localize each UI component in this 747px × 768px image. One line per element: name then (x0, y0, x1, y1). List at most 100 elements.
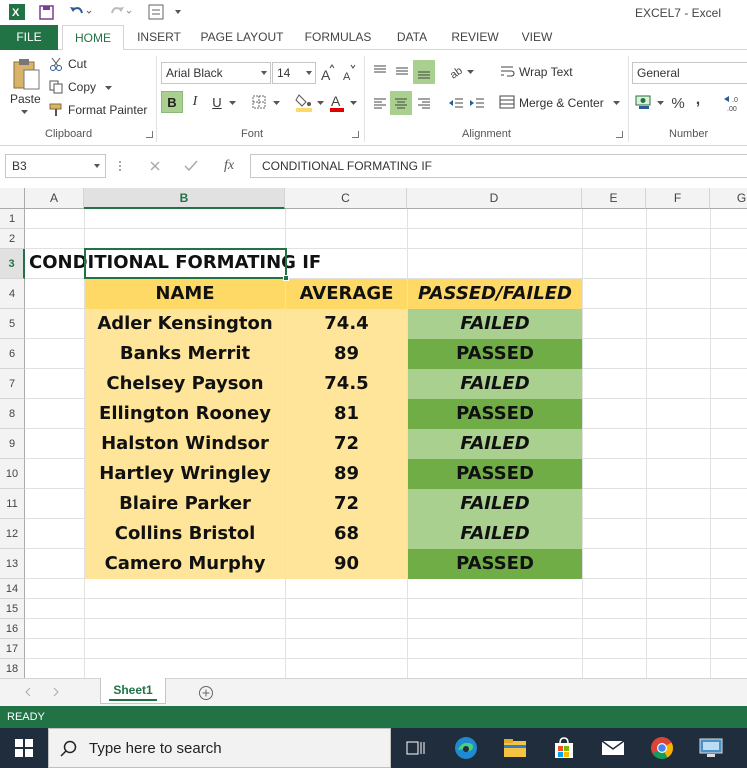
copy-button[interactable]: Copy (68, 80, 96, 94)
cell-result-passed[interactable]: PASSED (408, 459, 582, 489)
row-header-12[interactable]: 12 (0, 519, 25, 549)
row-header-1[interactable]: 1 (0, 209, 25, 229)
clipboard-launcher-icon[interactable] (146, 131, 153, 138)
align-center-icon[interactable] (390, 91, 412, 115)
copy-icon[interactable] (48, 79, 64, 95)
cell-result-passed[interactable]: PASSED (408, 549, 582, 579)
currency-icon[interactable] (634, 92, 656, 112)
borders-dropdown-icon[interactable] (272, 100, 280, 106)
cell-result-failed[interactable]: FAILED (408, 519, 582, 549)
percent-button[interactable]: % (668, 92, 688, 114)
tab-home[interactable]: HOME (62, 25, 124, 51)
row-header-15[interactable]: 15 (0, 599, 25, 619)
row-header-7[interactable]: 7 (0, 369, 25, 399)
bold-button[interactable]: B (161, 91, 183, 113)
align-left-icon[interactable] (370, 92, 390, 114)
chrome-icon[interactable] (648, 734, 676, 762)
font-color-icon[interactable]: A (328, 92, 346, 112)
form-icon[interactable] (146, 3, 166, 21)
cell-name[interactable]: Halston Windsor (85, 429, 285, 459)
scroll-tabs-left-icon[interactable] (22, 685, 34, 699)
cell-result-failed[interactable]: FAILED (408, 429, 582, 459)
increase-font-icon[interactable]: A (320, 63, 334, 83)
wrap-text-icon[interactable] (498, 62, 516, 80)
task-view-icon[interactable] (402, 734, 430, 762)
font-name-select[interactable]: Arial Black (161, 62, 271, 84)
cell-average[interactable]: 89 (286, 339, 407, 369)
column-header-d[interactable]: D (407, 188, 582, 209)
sheet-tab-sheet1[interactable]: Sheet1 (100, 678, 166, 704)
add-sheet-icon[interactable] (197, 684, 215, 702)
increase-decimal-icon[interactable]: .0.00 (720, 92, 747, 114)
row-header-4[interactable]: 4 (0, 279, 25, 309)
fill-color-dropdown-icon[interactable] (316, 100, 324, 106)
row-header-10[interactable]: 10 (0, 459, 25, 489)
row-header-11[interactable]: 11 (0, 489, 25, 519)
number-format-select[interactable]: General (632, 62, 747, 84)
cell-name[interactable]: Chelsey Payson (85, 369, 285, 399)
scissors-icon[interactable] (48, 56, 64, 72)
customize-qat-icon[interactable] (172, 3, 184, 21)
paste-button[interactable]: Paste (10, 92, 41, 106)
row-header-6[interactable]: 6 (0, 339, 25, 369)
cell-average[interactable]: 81 (286, 399, 407, 429)
column-header-a[interactable]: A (25, 188, 84, 209)
cell-name[interactable]: Collins Bristol (85, 519, 285, 549)
paste-dropdown-icon[interactable] (20, 108, 28, 116)
cell-average[interactable]: 72 (286, 489, 407, 519)
cell-average[interactable]: 90 (286, 549, 407, 579)
font-color-dropdown-icon[interactable] (349, 100, 357, 106)
orientation-icon[interactable]: ab (446, 61, 468, 81)
column-header-g[interactable]: G (710, 188, 747, 209)
merge-dropdown-icon[interactable] (612, 100, 620, 106)
format-painter-button[interactable]: Format Painter (68, 103, 147, 117)
column-header-b[interactable]: B (84, 188, 285, 209)
mail-icon[interactable] (599, 734, 627, 762)
cut-button[interactable]: Cut (68, 57, 87, 71)
select-all-corner[interactable] (0, 188, 25, 209)
row-header-18[interactable]: 18 (0, 659, 25, 678)
underline-button[interactable]: U (208, 91, 226, 113)
cancel-entry-icon[interactable] (146, 157, 164, 175)
align-middle-icon[interactable] (392, 60, 412, 82)
cell-name[interactable]: Camero Murphy (85, 549, 285, 579)
header-passed-failed[interactable]: PASSED/FAILED (408, 279, 582, 309)
row-header-16[interactable]: 16 (0, 619, 25, 639)
comma-button[interactable]: , (692, 90, 704, 110)
cell-average[interactable]: 74.5 (286, 369, 407, 399)
name-box[interactable]: B3 (5, 154, 106, 178)
increase-indent-icon[interactable] (467, 92, 487, 114)
row-header-13[interactable]: 13 (0, 549, 25, 579)
windows-start-icon[interactable] (10, 734, 38, 762)
fill-color-icon[interactable] (294, 92, 314, 112)
file-explorer-icon[interactable] (501, 734, 529, 762)
taskbar-search-box[interactable]: Type here to search (48, 728, 391, 768)
redo-icon[interactable] (106, 3, 134, 21)
alignment-launcher-icon[interactable] (616, 131, 623, 138)
paste-icon[interactable] (10, 56, 42, 92)
copy-dropdown-icon[interactable] (104, 85, 112, 91)
cell-average[interactable]: 89 (286, 459, 407, 489)
confirm-entry-icon[interactable] (182, 157, 200, 175)
save-icon[interactable] (36, 3, 56, 21)
fill-handle[interactable] (283, 275, 289, 281)
orientation-dropdown-icon[interactable] (466, 69, 474, 75)
insert-function-button[interactable]: fx (218, 156, 240, 176)
formula-input[interactable]: CONDITIONAL FORMATING IF (250, 154, 747, 178)
cell-name[interactable]: Blaire Parker (85, 489, 285, 519)
decrease-indent-icon[interactable] (446, 92, 466, 114)
merge-center-icon[interactable] (498, 93, 516, 111)
scroll-tabs-right-icon[interactable] (50, 685, 62, 699)
align-top-icon[interactable] (370, 60, 390, 82)
remote-desktop-icon[interactable] (697, 734, 725, 762)
worksheet-grid[interactable]: A B C D E F G 1 2 3 4 5 6 7 8 9 10 11 12… (0, 188, 747, 678)
cell-result-passed[interactable]: PASSED (408, 399, 582, 429)
align-right-icon[interactable] (414, 92, 434, 114)
merge-center-button[interactable]: Merge & Center (519, 96, 604, 110)
underline-dropdown-icon[interactable] (228, 100, 236, 106)
currency-dropdown-icon[interactable] (656, 100, 664, 106)
header-average[interactable]: AVERAGE (286, 279, 407, 309)
row-header-9[interactable]: 9 (0, 429, 25, 459)
cell-average[interactable]: 68 (286, 519, 407, 549)
cell-name[interactable]: Banks Merrit (85, 339, 285, 369)
